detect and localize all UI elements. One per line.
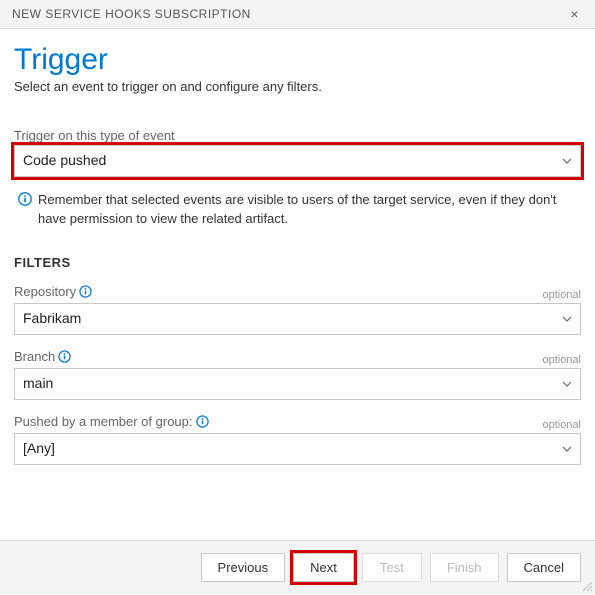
branch-select-wrap: main [14,368,581,400]
branch-field-row: Branch optional [14,349,581,366]
group-label-text: Pushed by a member of group: [14,414,193,429]
help-icon[interactable] [196,415,209,428]
dialog-footer: Previous Next Test Finish Cancel [0,540,595,594]
info-message-text: Remember that selected events are visibl… [38,191,581,229]
group-field-row: Pushed by a member of group: optional [14,414,581,431]
trigger-event-select-wrap: Code pushed [14,145,581,177]
repository-select-wrap: Fabrikam [14,303,581,335]
dialog-header: NEW SERVICE HOOKS SUBSCRIPTION × [0,0,595,29]
dialog-title: NEW SERVICE HOOKS SUBSCRIPTION [12,7,251,21]
previous-button[interactable]: Previous [201,553,286,582]
info-icon [18,192,32,229]
repository-label-text: Repository [14,284,76,299]
branch-select[interactable]: main [14,368,581,400]
info-message-row: Remember that selected events are visibl… [18,191,581,229]
optional-label: optional [542,419,581,431]
resize-grip-icon[interactable] [581,580,593,592]
cancel-button[interactable]: Cancel [507,553,581,582]
finish-button: Finish [430,553,499,582]
help-icon[interactable] [58,350,71,363]
filters-heading: FILTERS [14,255,581,270]
trigger-event-select[interactable]: Code pushed [14,145,581,177]
close-icon[interactable]: × [566,6,583,22]
group-label: Pushed by a member of group: [14,414,209,429]
branch-label-text: Branch [14,349,55,364]
page-subtitle: Select an event to trigger on and config… [14,79,581,94]
repository-label: Repository [14,284,92,299]
dialog-content: Trigger Select an event to trigger on an… [0,29,595,465]
group-select-wrap: [Any] [14,433,581,465]
repository-select[interactable]: Fabrikam [14,303,581,335]
group-select[interactable]: [Any] [14,433,581,465]
trigger-event-label: Trigger on this type of event [14,128,581,143]
optional-label: optional [542,354,581,366]
optional-label: optional [542,289,581,301]
next-button[interactable]: Next [293,553,354,582]
branch-label: Branch [14,349,71,364]
help-icon[interactable] [79,285,92,298]
test-button: Test [362,553,422,582]
page-title: Trigger [14,43,581,77]
repository-field-row: Repository optional [14,284,581,301]
